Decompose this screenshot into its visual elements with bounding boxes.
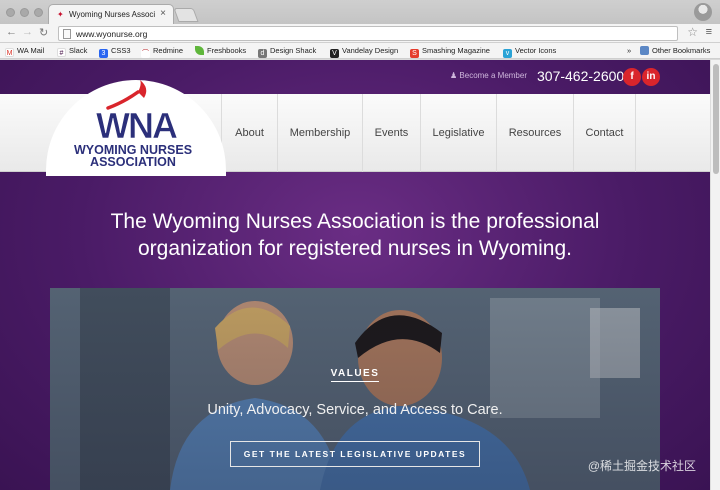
nav-contact[interactable]: Contact bbox=[573, 94, 636, 172]
bookmark-vector-icons[interactable]: v Vector Icons bbox=[503, 46, 556, 58]
bookmark-slack[interactable]: # Slack bbox=[57, 46, 87, 57]
browser-tab[interactable]: ✦ Wyoming Nurses Associatio × bbox=[48, 4, 174, 24]
vandelay-icon: V bbox=[330, 49, 339, 58]
other-bookmarks-folder[interactable]: Other Bookmarks bbox=[640, 46, 710, 55]
nav-events[interactable]: Events bbox=[362, 94, 420, 172]
css3-icon: 3 bbox=[99, 49, 108, 58]
bookmark-redmine[interactable]: ⌒ Redmine bbox=[141, 46, 183, 58]
become-member-link[interactable]: ♟ Become a Member bbox=[450, 71, 527, 80]
logo-flame-icon bbox=[138, 80, 147, 98]
forward-arrow-icon[interactable]: → bbox=[22, 26, 33, 38]
site-favicon-icon: ✦ bbox=[57, 10, 64, 19]
phone-number[interactable]: 307-462-2600 bbox=[537, 68, 624, 84]
bookmarks-bar: M WA Mail # Slack 3 CSS3 ⌒ Redmine Freshbook… bbox=[0, 43, 720, 59]
bookmark-smashing-magazine[interactable]: S Smashing Magazine bbox=[410, 46, 490, 58]
menu-icon[interactable]: ≡ bbox=[706, 26, 712, 38]
redmine-icon: ⌒ bbox=[141, 49, 150, 58]
scrollbar-thumb[interactable] bbox=[713, 64, 719, 174]
page-scrollbar[interactable] bbox=[710, 60, 720, 490]
bookmark-freshbooks[interactable]: Freshbooks bbox=[195, 46, 246, 55]
logo-line-2: ASSOCIATION bbox=[90, 155, 176, 169]
headline-line-1: The Wyoming Nurses Association is the pr… bbox=[110, 210, 600, 233]
watermark-text: @稀土掘金技术社区 bbox=[587, 459, 696, 473]
slack-icon: # bbox=[57, 48, 66, 57]
gmail-icon: M bbox=[5, 48, 14, 57]
smashing-icon: S bbox=[410, 49, 419, 58]
legislative-updates-button[interactable]: GET THE LATEST LEGISLATIVE UPDATES bbox=[230, 441, 480, 467]
bookmark-star-icon[interactable]: ☆ bbox=[687, 25, 698, 39]
bookmark-wa-mail[interactable]: M WA Mail bbox=[5, 46, 44, 57]
nav-about[interactable]: About bbox=[221, 94, 277, 172]
address-bar[interactable]: www.wyonurse.org bbox=[58, 26, 678, 41]
facebook-icon[interactable]: f bbox=[623, 68, 641, 86]
linkedin-icon[interactable]: in bbox=[642, 68, 660, 86]
close-window-button[interactable] bbox=[6, 8, 15, 17]
new-tab-button[interactable] bbox=[173, 8, 199, 22]
nav-membership[interactable]: Membership bbox=[277, 94, 362, 172]
profile-avatar[interactable] bbox=[694, 3, 712, 21]
nav-legislative[interactable]: Legislative bbox=[420, 94, 496, 172]
bookmark-vandelay-design[interactable]: V Vandelay Design bbox=[330, 46, 398, 58]
logo-abbreviation: WNA bbox=[96, 105, 178, 146]
url-text: www.wyonurse.org bbox=[76, 29, 148, 39]
minimize-window-button[interactable] bbox=[20, 8, 29, 17]
webpage: ♟ Become a Member 307-462-2600 f in Abou… bbox=[0, 60, 710, 490]
bookmark-css3[interactable]: 3 CSS3 bbox=[99, 46, 131, 58]
values-label: VALUES bbox=[50, 368, 660, 382]
folder-icon bbox=[640, 46, 649, 55]
bookmarks-overflow-chevron[interactable]: » bbox=[627, 46, 631, 55]
tab-title: Wyoming Nurses Associatio bbox=[69, 10, 155, 19]
hero-tagline: Unity, Advocacy, Service, and Access to … bbox=[207, 402, 503, 418]
browser-tab-strip: ✦ Wyoming Nurses Associatio × bbox=[0, 0, 720, 24]
freshbooks-leaf-icon bbox=[195, 46, 204, 55]
hero-banner: VALUES Unity, Advocacy, Service, and Acc… bbox=[50, 288, 660, 490]
headline-line-2: organization for registered nurses in Wy… bbox=[137, 237, 573, 260]
back-arrow-icon[interactable]: ← bbox=[6, 26, 17, 38]
reload-icon[interactable]: ↻ bbox=[39, 26, 48, 39]
zoom-window-button[interactable] bbox=[34, 8, 43, 17]
design-shack-icon: d bbox=[258, 49, 267, 58]
wna-logo[interactable]: WNA WYOMING NURSES ASSOCIATION bbox=[46, 78, 226, 172]
browser-toolbar: ← → ↻ www.wyonurse.org ☆ ≡ bbox=[0, 24, 720, 43]
page-headline: The Wyoming Nurses Association is the pr… bbox=[60, 208, 650, 262]
bookmark-design-shack[interactable]: d Design Shack bbox=[258, 46, 316, 58]
nav-resources[interactable]: Resources bbox=[496, 94, 573, 172]
page-icon bbox=[63, 29, 71, 39]
vector-icons-icon: v bbox=[503, 49, 512, 58]
close-tab-icon[interactable]: × bbox=[160, 8, 166, 19]
